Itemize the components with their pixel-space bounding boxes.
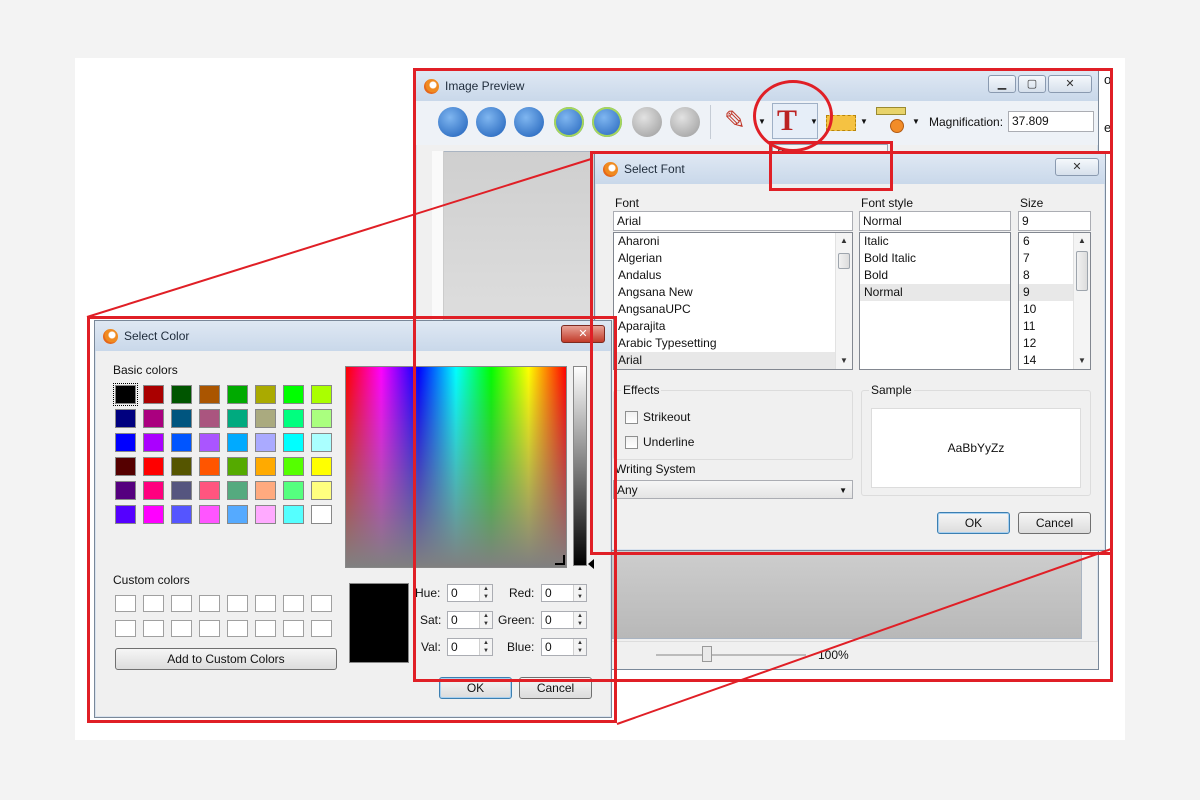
callout-circle-text-tool — [753, 80, 833, 152]
callout-box-select-color — [87, 316, 617, 723]
callout-box-select-font — [590, 151, 1113, 555]
